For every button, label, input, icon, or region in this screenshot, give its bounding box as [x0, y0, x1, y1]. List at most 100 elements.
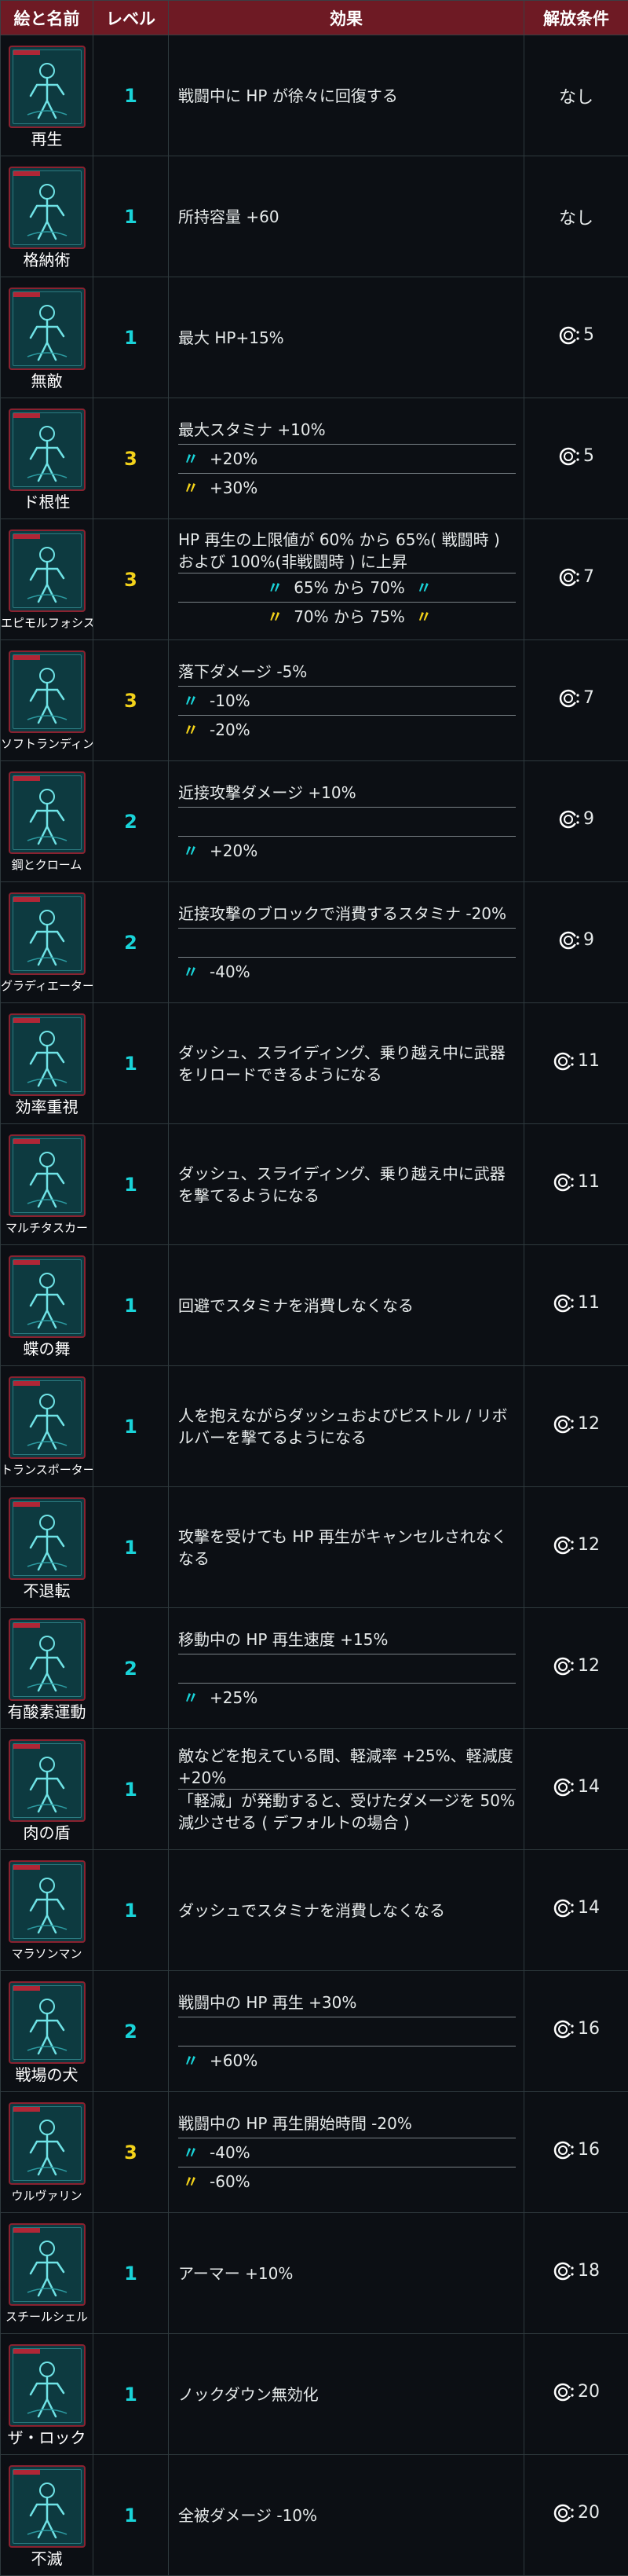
perk-name: 肉の盾 — [1, 1823, 93, 1844]
perk-figure-icon — [21, 2237, 73, 2300]
unlock-requirement: 18 — [553, 2260, 600, 2282]
perk-name: マルチタスカー — [1, 1218, 93, 1239]
card-tag — [13, 1260, 40, 1265]
effect-text: 回避でスタミナを消費しなくなる — [178, 1292, 516, 1320]
card-tag — [13, 1502, 40, 1507]
effect-level-line: 〃+20% — [178, 445, 516, 474]
card-tag — [13, 1986, 40, 1991]
medal-icon — [558, 324, 580, 346]
perk-card-icon — [9, 771, 86, 854]
effect-description: 最大 HP+15% — [178, 327, 284, 349]
unlock-level: 7 — [583, 567, 594, 587]
perk-figure-icon — [21, 1391, 73, 1453]
ditto-mark: 〃 — [416, 606, 432, 628]
perk-level: 1 — [93, 277, 169, 398]
perk-effect-cell: 戦闘中に HP が徐々に回復する — [169, 35, 524, 156]
effect-level-line: 〃+60% — [178, 2047, 516, 2075]
unlock-level: 16 — [578, 2140, 600, 2160]
effect-description: 戦闘中に HP が徐々に回復する — [178, 85, 398, 107]
effect-description: 最大スタミナ +10% — [178, 419, 326, 441]
unlock-none: なし — [559, 88, 593, 108]
unlock-requirement: 12 — [553, 1413, 600, 1435]
perk-figure-icon — [21, 60, 73, 123]
effect-text: 落下ダメージ -5% — [178, 658, 516, 687]
effect-description: ダッシュ、スライディング、乗り越え中に武器を撃てるようになる — [178, 1163, 516, 1207]
effect-description: 戦闘中の HP 再生開始時間 -20% — [178, 2112, 412, 2134]
perk-effect-cell: ダッシュ、スライディング、乗り越え中に武器をリロードできるようになる — [169, 1003, 524, 1124]
perk-icon-cell: ド根性 — [1, 398, 93, 519]
perk-unlock-cell: 20 — [524, 2455, 628, 2576]
perk-row: トランスポーター1人を抱えながらダッシュおよびピストル / リボルバーを撃てるよ… — [1, 1366, 628, 1487]
unlock-requirement: 16 — [553, 2018, 600, 2040]
unlock-requirement: 11 — [553, 1292, 600, 1314]
effect-description: 落下ダメージ -5% — [178, 661, 307, 683]
perk-card-icon — [9, 167, 86, 249]
effect-value: +20% — [210, 840, 257, 862]
header-icon-name: 絵と名前 — [1, 1, 93, 35]
card-tag — [13, 1744, 40, 1749]
perk-figure-icon — [21, 1753, 73, 1816]
effect-description: 全被ダメージ -10% — [178, 2505, 317, 2527]
perk-card-icon — [9, 650, 86, 733]
perk-row: 無敵1最大 HP+15%5 — [1, 277, 628, 398]
perk-name: 効率重視 — [1, 1097, 93, 1118]
perk-list: 再生1戦闘中に HP が徐々に回復するなし格納術1所持容量 +60なし無敵1最大… — [1, 35, 628, 2576]
perk-unlock-cell: 14 — [524, 1850, 628, 1971]
medal-icon — [558, 566, 580, 588]
card-tag — [13, 171, 40, 176]
perk-unlock-cell: 9 — [524, 882, 628, 1003]
effect-value: -40% — [210, 961, 250, 983]
perk-icon-cell: スチールシェル — [1, 2213, 93, 2334]
perk-level: 1 — [93, 1487, 169, 1608]
perk-card-icon — [9, 2344, 86, 2427]
perk-level: 3 — [93, 640, 169, 761]
ditto-mark: 〃 — [183, 719, 199, 741]
perk-effect-cell: 人を抱えながらダッシュおよびピストル / リボルバーを撃てるようになる — [169, 1366, 524, 1487]
card-tag — [13, 1139, 40, 1144]
perk-figure-icon — [21, 907, 73, 969]
perk-card-icon — [9, 1860, 86, 1943]
effect-text: 戦闘中の HP 再生開始時間 -20% — [178, 2109, 516, 2138]
perk-row: 戦場の犬2戦闘中の HP 再生 +30%〃+60%16 — [1, 1971, 628, 2092]
perk-row: 鋼とクローム2近接攻撃ダメージ +10%〃+20%9 — [1, 761, 628, 882]
perk-level: 1 — [93, 1124, 169, 1245]
effect-description: ダッシュ、スライディング、乗り越え中に武器をリロードできるようになる — [178, 1042, 516, 1086]
effect-description: 戦闘中の HP 再生 +30% — [178, 1992, 356, 2014]
unlock-requirement: 11 — [553, 1171, 600, 1193]
perk-name: ウルヴァリン — [1, 2186, 93, 2207]
effect-text: HP 再生の上限値が 60% から 65%( 戦闘時 ) および 100%(非戦… — [178, 529, 516, 573]
unlock-level: 12 — [578, 1414, 600, 1434]
perk-row: 再生1戦闘中に HP が徐々に回復するなし — [1, 35, 628, 156]
perk-unlock-cell: 11 — [524, 1003, 628, 1124]
medal-icon — [558, 687, 580, 709]
effect-text: ダッシュでスタミナを消費しなくなる — [178, 1896, 516, 1925]
medal-icon — [553, 2381, 575, 2403]
unlock-level: 18 — [578, 2261, 600, 2281]
unlock-requirement: 7 — [558, 566, 594, 588]
medal-icon — [553, 1534, 575, 1556]
card-tag — [13, 2470, 40, 2475]
medal-icon — [553, 1050, 575, 1072]
effect-value: -20% — [210, 719, 250, 741]
perk-icon-cell: 格納術 — [1, 156, 93, 277]
medal-icon — [553, 2502, 575, 2524]
unlock-level: 14 — [578, 1898, 600, 1918]
perk-level: 2 — [93, 882, 169, 1003]
perk-card-icon — [9, 1981, 86, 2064]
perk-level: 1 — [93, 1850, 169, 1971]
perk-icon-cell: ソフトランディング — [1, 640, 93, 761]
perk-effect-cell: 敵などを抱えている間、軽減率 +25%、軽減度 +20%「軽減」が発動すると、受… — [169, 1729, 524, 1850]
unlock-level: 12 — [578, 1535, 600, 1555]
perk-level: 2 — [93, 1608, 169, 1729]
unlock-requirement: 16 — [553, 2139, 600, 2161]
perk-figure-icon — [21, 423, 73, 486]
effect-text: ダッシュ、スライディング、乗り越え中に武器をリロードできるようになる — [178, 1042, 516, 1086]
perk-name: トランスポーター — [1, 1460, 93, 1481]
unlock-requirement: 14 — [553, 1897, 600, 1919]
perk-effect-cell: ノックダウン無効化 — [169, 2334, 524, 2455]
perk-figure-icon — [21, 1995, 73, 2058]
perk-unlock-cell: 16 — [524, 1971, 628, 2092]
medal-icon — [553, 1776, 575, 1798]
perk-card-icon — [9, 2465, 86, 2548]
perk-card-icon — [9, 1134, 86, 1217]
